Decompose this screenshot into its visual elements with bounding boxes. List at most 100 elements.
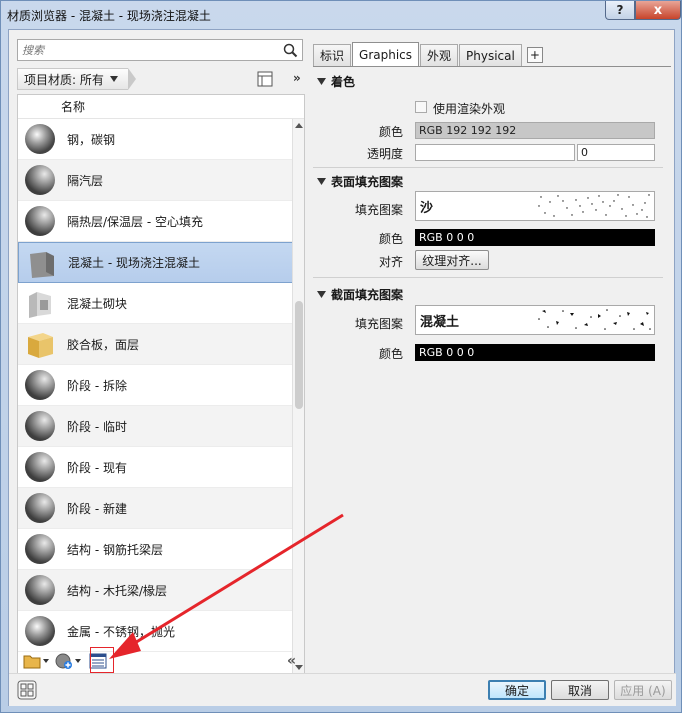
library-manage-button[interactable] [23, 653, 49, 669]
transparency-label: 透明度 [366, 147, 403, 161]
chevron-down-icon [43, 659, 49, 663]
texture-alignment-button[interactable]: 纹理对齐... [415, 250, 489, 270]
material-list-item[interactable]: 混凝土砌块 [18, 283, 293, 324]
cut-pattern-section-header[interactable]: 截面填充图案 [317, 285, 403, 303]
cut-pattern-label: 填充图案 [354, 317, 403, 331]
material-list-item[interactable]: 隔热层/保温层 - 空心填充 [18, 201, 293, 242]
cut-color-field[interactable]: RGB 0 0 0 [415, 344, 655, 361]
material-library-pane: 项目材质: 所有 » 名称 钢，碳钢隔汽层隔热层/保温层 - 空心填充混凝土 -… [13, 35, 306, 675]
apply-button[interactable]: 应用 (A) [614, 680, 672, 700]
material-filter-breadcrumb[interactable]: 项目材质: 所有 [17, 68, 297, 90]
search-input[interactable] [22, 41, 278, 59]
filter-label: 项目材质: 所有 [24, 72, 104, 87]
material-list-item[interactable]: 隔汽层 [18, 160, 293, 201]
material-list-item[interactable]: 金属 - 不锈钢，抛光 [18, 611, 293, 652]
sand-pattern-swatch [536, 193, 653, 219]
surface-pattern-label: 填充图案 [354, 203, 403, 217]
material-list-item[interactable]: 阶段 - 拆除 [18, 365, 293, 406]
graphics-panel: 着色 使用渲染外观 颜色 RGB 192 192 192 透明度 0 表面填充图… [313, 66, 671, 672]
section-divider [313, 167, 663, 168]
section-divider [313, 277, 663, 278]
editor-tabs: 标识 Graphics 外观 Physical + [313, 42, 543, 67]
material-name: 金属 - 不锈钢，抛光 [67, 624, 175, 639]
highlight-box [90, 647, 114, 673]
cut-color-label: 颜色 [378, 347, 403, 361]
folder-icon [23, 655, 41, 669]
use-render-appearance-checkbox[interactable] [415, 101, 427, 113]
window-title: 材质浏览器 - 混凝土 - 现场浇注混凝土 [7, 8, 211, 23]
material-name: 结构 - 钢筋托梁层 [67, 542, 163, 557]
search-icon[interactable] [283, 43, 298, 58]
tab-appearance[interactable]: 外观 [420, 44, 459, 66]
material-editor-pane: 标识 Graphics 外观 Physical + 着色 使用渲染外观 颜色 R… [313, 35, 671, 673]
material-list-item[interactable]: 胶合板，面层 [18, 324, 293, 365]
material-name: 钢，碳钢 [67, 132, 116, 147]
shading-color-field[interactable]: RGB 192 192 192 [415, 122, 655, 139]
material-list-item[interactable]: 结构 - 钢筋托梁层 [18, 529, 293, 570]
tab-physical[interactable]: Physical [459, 44, 522, 66]
more-options-button[interactable]: » [293, 71, 301, 85]
dialog-client: 项目材质: 所有 » 名称 钢，碳钢隔汽层隔热层/保温层 - 空心填充混凝土 -… [8, 29, 676, 706]
view-options-icon[interactable] [257, 71, 273, 87]
shading-section-header[interactable]: 着色 [317, 72, 355, 90]
tab-identity[interactable]: 标识 [313, 44, 352, 66]
material-name: 阶段 - 临时 [67, 419, 127, 434]
list-scrollbar[interactable] [292, 119, 304, 673]
cancel-button[interactable]: 取消 [551, 680, 609, 700]
tab-graphics[interactable]: Graphics [352, 42, 420, 67]
material-list-item[interactable]: 阶段 - 现有 [18, 447, 293, 488]
title-bar: 材质浏览器 - 混凝土 - 现场浇注混凝土 ? x [1, 1, 681, 29]
collapse-library-button[interactable]: « [287, 653, 296, 669]
block-thumbnail-icon [23, 286, 57, 320]
material-list-item[interactable]: 混凝土 - 现场浇注混凝土 [18, 242, 293, 283]
material-name: 阶段 - 拆除 [67, 378, 127, 393]
transparency-slider[interactable] [415, 144, 575, 161]
create-material-button[interactable] [55, 652, 81, 670]
search-box[interactable] [17, 39, 303, 61]
surface-pattern-field[interactable]: 沙 [415, 191, 655, 221]
ok-button[interactable]: 确定 [488, 680, 546, 700]
chevron-down-icon [109, 76, 118, 82]
filter-dropdown[interactable]: 项目材质: 所有 [17, 68, 128, 90]
material-list-item[interactable]: 阶段 - 新建 [18, 488, 293, 529]
scroll-thumb[interactable] [295, 301, 303, 409]
gray-sphere-thumbnail-icon [23, 450, 57, 484]
close-icon: x [653, 2, 663, 18]
material-rows: 钢，碳钢隔汽层隔热层/保温层 - 空心填充 混凝土 - 现场浇注混凝土 混凝土砌块胶… [18, 119, 293, 652]
surface-pattern-section-header[interactable]: 表面填充图案 [317, 172, 403, 190]
gray-sphere-thumbnail-icon [23, 204, 57, 238]
material-browser-panel-icon[interactable] [17, 680, 37, 700]
cut-pattern-field[interactable]: 混凝土 [415, 305, 655, 335]
collapse-triangle-icon [317, 77, 326, 85]
close-button[interactable]: x [635, 1, 681, 20]
surface-color-label: 颜色 [378, 232, 403, 246]
material-list-item[interactable]: 阶段 - 临时 [18, 406, 293, 447]
material-list-item[interactable]: 结构 - 木托梁/椽层 [18, 570, 293, 611]
help-button[interactable]: ? [605, 1, 635, 20]
wood-cube-thumbnail-icon [23, 327, 57, 361]
gray-sphere-thumbnail-icon [23, 532, 57, 566]
metal-sphere-thumbnail-icon [23, 122, 57, 156]
concrete-pattern-swatch [536, 307, 653, 333]
breadcrumb-arrow-icon [127, 68, 136, 90]
transparency-input[interactable]: 0 [577, 144, 655, 161]
column-name-header: 名称 [61, 100, 86, 114]
gray-sphere-thumbnail-icon [23, 409, 57, 443]
surface-color-field[interactable]: RGB 0 0 0 [415, 229, 655, 246]
scroll-up-icon[interactable] [295, 123, 303, 128]
material-name: 隔汽层 [67, 173, 104, 188]
material-list-item[interactable]: 钢，碳钢 [18, 119, 293, 160]
material-name: 阶段 - 现有 [67, 460, 127, 475]
shading-color-label: 颜色 [378, 125, 403, 139]
cut-pattern-name: 混凝土 [420, 314, 460, 330]
list-header[interactable]: 名称 [18, 95, 304, 119]
add-asset-tab-button[interactable]: + [526, 47, 543, 63]
collapse-triangle-icon [317, 290, 326, 298]
gray-sphere-thumbnail-icon [23, 163, 57, 197]
use-render-appearance-label: 使用渲染外观 [433, 102, 506, 116]
gray-sphere-thumbnail-icon [23, 368, 57, 402]
surface-pattern-name: 沙 [420, 200, 434, 216]
library-toolbar [17, 647, 305, 675]
material-name: 结构 - 木托梁/椽层 [67, 583, 168, 598]
concrete-cube-thumbnail-icon [24, 246, 58, 280]
